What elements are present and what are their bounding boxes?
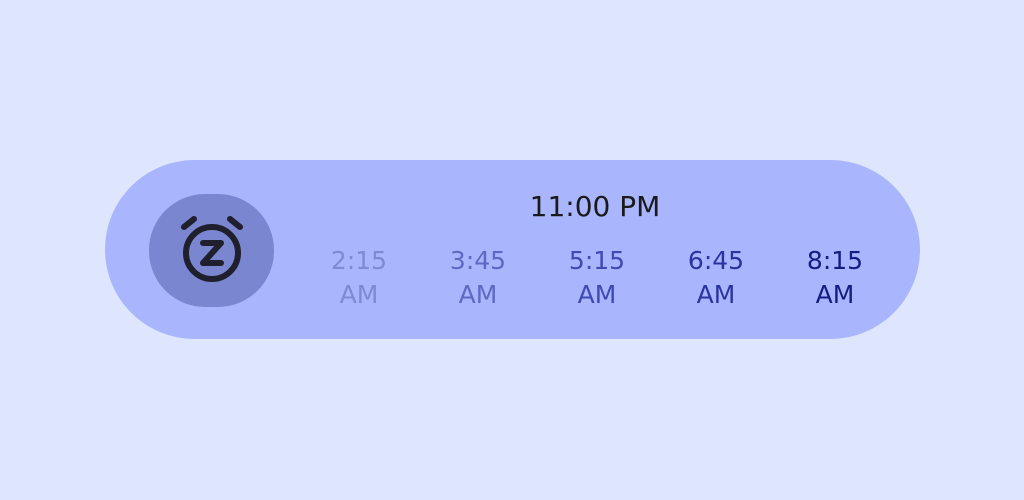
wake-time-period: AM — [696, 280, 736, 309]
wake-time-period: AM — [815, 280, 855, 309]
wake-time-value: 2:15 — [330, 246, 388, 275]
snooze-alarm-icon — [181, 216, 243, 282]
wake-time-option[interactable]: 3:45 AM — [428, 244, 528, 312]
alarm-badge[interactable] — [149, 194, 274, 307]
wake-time-value: 6:45 — [687, 246, 745, 275]
wake-time-option[interactable]: 2:15 AM — [309, 244, 409, 312]
wake-time-period: AM — [458, 280, 498, 309]
wake-time-period: AM — [577, 280, 617, 309]
wake-time-value: 8:15 — [806, 246, 864, 275]
sleep-cycle-widget: 11:00 PM 2:15 AM 3:45 AM 5:15 AM 6:45 AM… — [105, 160, 920, 339]
wake-time-option[interactable]: 6:45 AM — [666, 244, 766, 312]
bedtime-label: 11:00 PM — [529, 190, 661, 223]
wake-time-period: AM — [339, 280, 379, 309]
wake-time-option[interactable]: 8:15 AM — [785, 244, 885, 312]
wake-time-value: 5:15 — [568, 246, 626, 275]
wake-time-options: 2:15 AM 3:45 AM 5:15 AM 6:45 AM 8:15 AM — [315, 244, 895, 314]
wake-time-option[interactable]: 5:15 AM — [547, 244, 647, 312]
wake-time-value: 3:45 — [449, 246, 507, 275]
